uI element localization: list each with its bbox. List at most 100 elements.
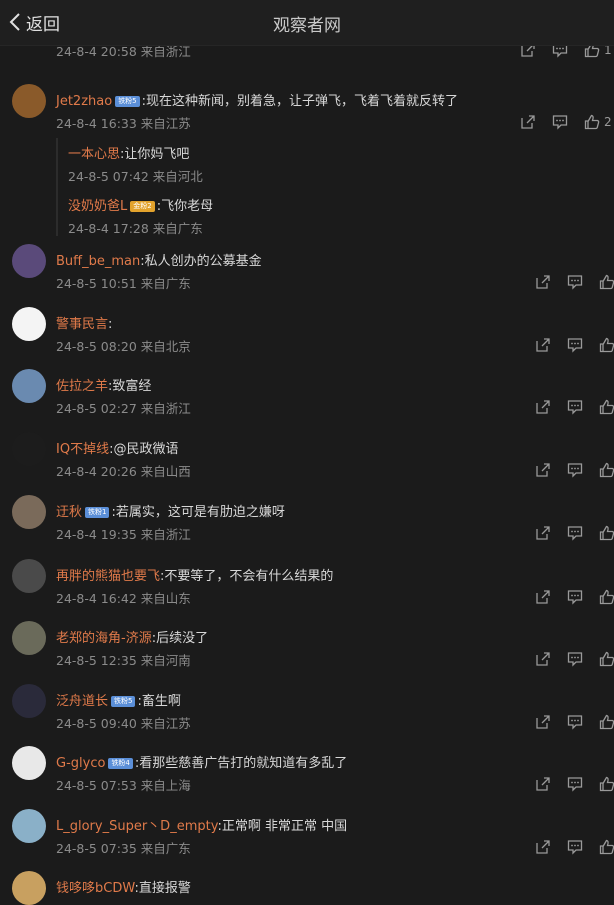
comment-text: 佐拉之羊:致富经 xyxy=(56,375,151,394)
comment-actions xyxy=(535,714,614,730)
comment-icon xyxy=(567,275,583,290)
username-link[interactable]: 佐拉之羊 xyxy=(56,379,108,394)
share-button[interactable] xyxy=(535,462,551,478)
username-link[interactable]: 一本心思 xyxy=(68,147,120,162)
comment-content: :看那些慈善广告打的就知道有多乱了 xyxy=(134,756,348,771)
reply-button[interactable] xyxy=(567,525,583,541)
share-button[interactable] xyxy=(535,274,551,290)
username-link[interactable]: 再胖的熊猫也要飞 xyxy=(56,569,160,584)
reply-button[interactable] xyxy=(567,589,583,605)
avatar[interactable] xyxy=(12,307,46,341)
like-button[interactable] xyxy=(599,714,614,730)
like-button[interactable] xyxy=(599,399,614,415)
reply-button[interactable] xyxy=(552,114,568,130)
share-button[interactable] xyxy=(535,776,551,792)
reply-meta: 24-8-5 07:42 来自河北 xyxy=(68,169,203,184)
fan-badge: 金粉2 xyxy=(130,201,155,212)
comment-text: 泛舟道长 铁粉5:畜生啊 xyxy=(56,690,181,709)
share-button[interactable] xyxy=(535,399,551,415)
username-link[interactable]: Buff_be_man xyxy=(56,254,140,269)
avatar[interactable] xyxy=(12,84,46,118)
share-button[interactable] xyxy=(535,839,551,855)
avatar[interactable] xyxy=(12,432,46,466)
reply-button[interactable] xyxy=(567,399,583,415)
share-button[interactable] xyxy=(535,337,551,353)
reply-text: 没奶奶爸L 金粉2:飞你老母 xyxy=(68,195,213,214)
reply-button[interactable] xyxy=(567,274,583,290)
comment-icon xyxy=(552,115,568,130)
like-button[interactable] xyxy=(599,337,614,353)
share-icon xyxy=(536,840,550,854)
comment-meta: 24-8-5 10:51 来自广东 xyxy=(56,276,191,291)
username-link[interactable]: 泛舟道长 xyxy=(56,694,108,709)
comment-text: G-glyco 铁粉4:看那些慈善广告打的就知道有多乱了 xyxy=(56,752,347,771)
comment-content: :私人创办的公募基金 xyxy=(140,254,262,269)
reply-button[interactable] xyxy=(567,462,583,478)
like-button[interactable] xyxy=(599,651,614,667)
fan-badge: 铁粉5 xyxy=(111,696,136,707)
comment-actions xyxy=(535,651,614,667)
like-button[interactable] xyxy=(599,589,614,605)
share-icon xyxy=(521,115,535,129)
share-button[interactable] xyxy=(535,589,551,605)
comment-content: :致富经 xyxy=(108,379,152,394)
avatar[interactable] xyxy=(12,684,46,718)
username-link[interactable]: Jet2zhao xyxy=(56,94,112,109)
comment-content: :不要等了，不会有什么结果的 xyxy=(160,569,334,584)
share-icon xyxy=(536,400,550,414)
comment-text: 迂秋 铁粉1:若属实，这可是有肋迫之嫌呀 xyxy=(56,501,285,520)
page-title: 观察者网 xyxy=(273,16,341,36)
share-button[interactable] xyxy=(535,651,551,667)
reply-meta: 24-8-4 17:28 来自广东 xyxy=(68,221,203,236)
avatar[interactable] xyxy=(12,244,46,278)
comment-actions xyxy=(535,839,614,855)
avatar[interactable] xyxy=(12,621,46,655)
username-link[interactable]: IQ不掉线 xyxy=(56,442,109,457)
reply-thread: 一本心思:让你妈飞吧 24-8-5 07:42 来自河北 没奶奶爸L 金粉2:飞你老母… xyxy=(56,138,558,236)
thumbs-up-icon xyxy=(584,114,600,130)
like-button[interactable]: 2 xyxy=(584,114,612,130)
thumbs-up-icon xyxy=(599,589,614,605)
username-link[interactable]: 老郑的海角-济源 xyxy=(56,631,152,646)
comment-content: :@民政微语 xyxy=(109,442,179,457)
like-button[interactable] xyxy=(599,776,614,792)
thumbs-up-icon xyxy=(599,776,614,792)
reply-button[interactable] xyxy=(567,651,583,667)
reply-button[interactable] xyxy=(567,714,583,730)
like-button[interactable] xyxy=(599,839,614,855)
reply-button[interactable] xyxy=(567,839,583,855)
reply-button[interactable] xyxy=(567,337,583,353)
like-button[interactable] xyxy=(599,525,614,541)
comment-meta: 24-8-5 07:35 来自广东 xyxy=(56,841,191,856)
comment-actions xyxy=(535,776,614,792)
username-link[interactable]: 警事民言 xyxy=(56,317,108,332)
avatar[interactable] xyxy=(12,559,46,593)
share-button[interactable] xyxy=(520,114,536,130)
username-link[interactable]: G-glyco xyxy=(56,756,105,771)
comment-icon xyxy=(567,715,583,730)
comment-content: :直接报警 xyxy=(134,881,191,896)
username-link[interactable]: 钱哆哆bCDW xyxy=(56,881,134,896)
username-link[interactable]: 没奶奶爸L xyxy=(68,199,127,214)
avatar[interactable] xyxy=(12,369,46,403)
avatar[interactable] xyxy=(12,495,46,529)
like-button[interactable] xyxy=(599,274,614,290)
avatar[interactable] xyxy=(12,809,46,843)
reply-content: :飞你老母 xyxy=(156,199,214,214)
share-button[interactable] xyxy=(535,714,551,730)
avatar[interactable] xyxy=(12,871,46,905)
fan-badge: 铁粉4 xyxy=(108,758,133,769)
username-link[interactable]: L_glory_Super丶D_empty xyxy=(56,819,217,834)
comment-content: : xyxy=(108,317,113,332)
comment-content: :现在这种新闻，别着急，让子弹飞，飞着飞着就反转了 xyxy=(141,94,459,109)
avatar[interactable] xyxy=(12,746,46,780)
comment-meta: 24-8-5 02:27 来自浙江 xyxy=(56,401,191,416)
like-button[interactable] xyxy=(599,462,614,478)
share-icon xyxy=(536,275,550,289)
comment-icon xyxy=(567,526,583,541)
comment-meta: 24-8-5 09:40 来自江苏 xyxy=(56,716,191,731)
reply-button[interactable] xyxy=(567,776,583,792)
share-icon xyxy=(536,777,550,791)
share-button[interactable] xyxy=(535,525,551,541)
username-link[interactable]: 迂秋 xyxy=(56,505,82,520)
